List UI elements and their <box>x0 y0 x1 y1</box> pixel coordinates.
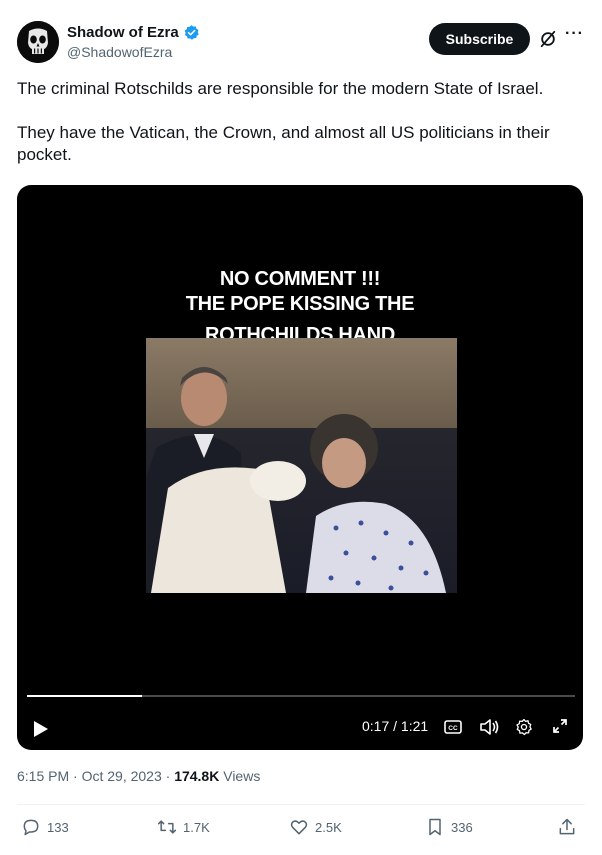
grok-icon[interactable] <box>539 30 557 48</box>
repost-count: 1.7K <box>183 819 210 835</box>
verified-badge-icon <box>184 25 199 40</box>
reply-icon <box>23 819 39 836</box>
video-caption-line-2: THE POPE KISSING THE <box>185 293 415 315</box>
video-time: 0:17 / 1:21 <box>362 718 429 734</box>
heart-icon <box>290 820 308 835</box>
reply-count: 133 <box>47 819 69 835</box>
captions-icon[interactable]: CC <box>444 720 462 734</box>
views-count: 174.8K <box>174 768 220 784</box>
video-frame <box>146 338 457 593</box>
share-button[interactable] <box>557 817 577 837</box>
punisher-skull-icon <box>17 21 59 63</box>
tweet-text: The criminal Rotschilds are responsible … <box>17 79 550 164</box>
svg-text:CC: CC <box>448 725 458 732</box>
tweet-header: Shadow of Ezra @ShadowofEzra Subscribe ·… <box>17 17 585 67</box>
share-icon <box>559 818 575 835</box>
repost-icon <box>157 820 177 834</box>
bookmark-button[interactable]: 336 <box>425 817 473 837</box>
divider <box>17 804 585 805</box>
play-icon[interactable] <box>33 720 49 738</box>
avatar[interactable] <box>17 21 59 63</box>
bookmark-icon <box>429 818 441 836</box>
volume-icon[interactable] <box>479 718 499 736</box>
like-count: 2.5K <box>315 819 342 835</box>
video-progress-bar[interactable] <box>27 695 575 697</box>
more-options-icon[interactable]: ··· <box>565 25 584 43</box>
timestamp[interactable]: 6:15 PM · Oct 29, 2023 · <box>17 768 174 784</box>
subscribe-button[interactable]: Subscribe <box>429 23 530 55</box>
repost-button[interactable]: 1.7K <box>157 817 210 837</box>
bookmark-count: 336 <box>451 819 473 835</box>
action-bar: 133 1.7K 2.5K 336 <box>17 815 585 841</box>
fullscreen-icon[interactable] <box>552 718 568 734</box>
video-player[interactable]: NO COMMENT !!! THE POPE KISSING THE ROTH… <box>17 185 583 750</box>
tweet-meta: 6:15 PM · Oct 29, 2023 · 174.8K Views <box>17 768 260 784</box>
reply-button[interactable]: 133 <box>21 817 69 837</box>
video-progress-fill <box>27 695 143 697</box>
display-name[interactable]: Shadow of Ezra <box>67 24 179 41</box>
views-label: Views <box>219 768 261 784</box>
video-caption-line-1: NO COMMENT !!! <box>219 268 381 290</box>
settings-gear-icon[interactable] <box>515 718 533 736</box>
handle[interactable]: @ShadowofEzra <box>67 44 172 60</box>
name-row: Shadow of Ezra <box>67 24 200 41</box>
like-button[interactable]: 2.5K <box>289 817 342 837</box>
